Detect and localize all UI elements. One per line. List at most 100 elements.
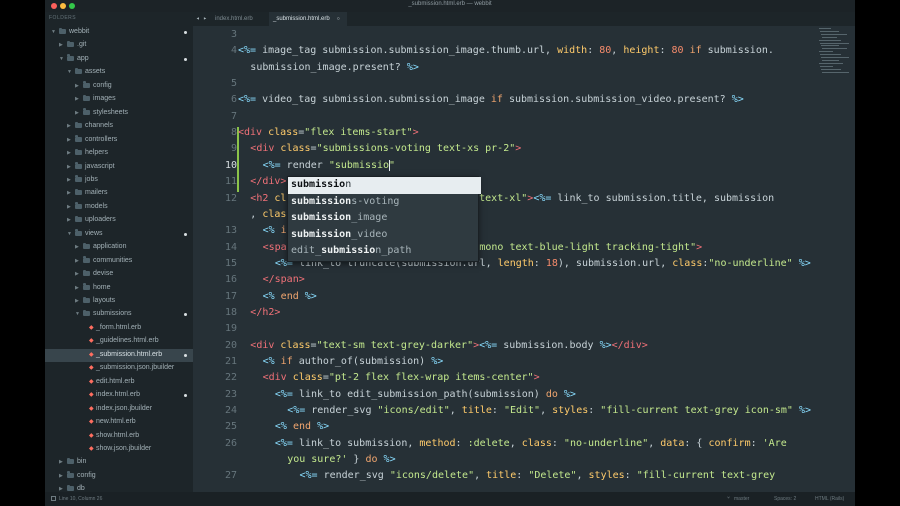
tree-folder[interactable]: ▶ communities [45, 255, 193, 268]
code-line[interactable]: submission_image.present? %> [250, 62, 419, 73]
code-line[interactable]: </div> [250, 176, 286, 187]
chevron-right-icon[interactable]: ▶ [75, 258, 79, 264]
tree-folder[interactable]: ▶ images [45, 93, 193, 106]
tree-folder[interactable]: ▼ submissions [45, 308, 193, 321]
code-line[interactable]: <div class="flex items-start"> [238, 127, 419, 138]
tree-file[interactable]: ◆ index.json.jbuilder [45, 403, 193, 416]
autocomplete-item[interactable]: edit_submission_path [288, 243, 481, 260]
code-token: data [660, 437, 685, 449]
code-line[interactable]: <div class="text-sm text-grey-darker"><%… [250, 340, 647, 351]
autocomplete-item[interactable]: submission_image [288, 210, 481, 227]
code-line[interactable]: <% end %> [263, 291, 317, 302]
chevron-down-icon[interactable]: ▼ [51, 29, 56, 35]
code-line[interactable]: <%= video_tag submission.submission_imag… [238, 94, 744, 105]
code-line[interactable]: <%= link_to edit_submission_path(submiss… [275, 389, 576, 400]
chevron-down-icon[interactable]: ▼ [67, 231, 72, 237]
indentation-setting[interactable]: Spaces: 2 [774, 496, 796, 502]
tree-file[interactable]: ◆ index.html.erb [45, 389, 193, 402]
tree-folder[interactable]: ▶ bin [45, 456, 193, 469]
code-token: > [412, 127, 419, 139]
chevron-right-icon[interactable]: ▶ [59, 42, 63, 48]
minimap-line [822, 59, 839, 61]
chevron-right-icon[interactable]: ▶ [67, 164, 71, 170]
tree-folder[interactable]: ▶ models [45, 201, 193, 214]
tree-file[interactable]: ◆ _form.html.erb [45, 322, 193, 335]
tab-nav-arrows[interactable]: ◂ ▸ [196, 15, 207, 22]
chevron-right-icon[interactable]: ▶ [67, 217, 71, 223]
chevron-down-icon[interactable]: ▼ [67, 69, 72, 75]
tree-file[interactable]: ◆ show.html.erb [45, 430, 193, 443]
chevron-right-icon[interactable]: ▶ [75, 96, 79, 102]
tree-folder[interactable]: ▼ app [45, 53, 193, 66]
tree-folder[interactable]: ▼ views [45, 228, 193, 241]
code-line[interactable]: <% end %> [275, 421, 329, 432]
code-token: <%= [274, 388, 293, 400]
chevron-right-icon[interactable]: ▶ [67, 177, 71, 183]
tree-folder[interactable]: ▶ uploaders [45, 214, 193, 227]
code-line[interactable]: <div class="submissions-voting text-xs p… [250, 143, 521, 154]
autocomplete-popup[interactable]: submission submissions-voting submission_i… [287, 176, 481, 262]
chevron-right-icon[interactable]: ▶ [75, 271, 79, 277]
minimap[interactable] [817, 26, 855, 76]
chevron-right-icon[interactable]: ▶ [67, 123, 71, 129]
code-line[interactable]: <%= render_svg "icons/delete", title: "D… [300, 470, 776, 481]
code-line[interactable]: <div class="pt-2 flex flex-wrap items-ce… [263, 372, 540, 383]
code-line[interactable]: you sure?' } do %> [287, 454, 395, 465]
tree-folder[interactable]: ▶ stylesheets [45, 107, 193, 120]
tree-folder[interactable]: ▶ helpers [45, 147, 193, 160]
tree-file[interactable]: ◆ new.html.erb [45, 416, 193, 429]
tree-file[interactable]: ◆ show.json.jbuilder [45, 443, 193, 456]
code-line[interactable]: <%= link_to submission, method: :delete,… [275, 438, 787, 449]
tab-close-icon[interactable]: ○ [337, 16, 340, 22]
code-line[interactable]: </span> [263, 274, 305, 285]
tree-folder[interactable]: ▶ devise [45, 268, 193, 281]
tab-active[interactable]: _submission.html.erb ○ [269, 12, 347, 26]
sidebar[interactable]: FOLDERS ▼ webbit ▶ .git ▼ app ▼ assets ▶ config ▶ i… [45, 12, 193, 492]
tree-folder[interactable]: ▶ config [45, 470, 193, 483]
tree-item-label: config [77, 471, 96, 479]
tree-folder[interactable]: ▶ config [45, 80, 193, 93]
chevron-right-icon[interactable]: ▶ [75, 110, 79, 116]
tree-folder[interactable]: ▼ webbit [45, 26, 193, 39]
tree-file[interactable]: ◆ _submission.json.jbuilder [45, 362, 193, 375]
code-line[interactable]: </h2> [250, 307, 280, 318]
tree-folder[interactable]: ▶ javascript [45, 161, 193, 174]
syntax-mode[interactable]: HTML (Rails) [815, 496, 844, 502]
tab-file[interactable]: index.html.erb [211, 12, 269, 26]
chevron-right-icon[interactable]: ▶ [59, 459, 63, 465]
tree-folder[interactable]: ▶ .git [45, 39, 193, 52]
chevron-right-icon[interactable]: ▶ [75, 285, 79, 291]
tree-folder[interactable]: ▶ channels [45, 120, 193, 133]
autocomplete-item[interactable]: submission_video [288, 227, 481, 244]
chevron-right-icon[interactable]: ▶ [75, 298, 79, 304]
git-branch[interactable]: master [734, 496, 749, 502]
tree-folder[interactable]: ▶ mailers [45, 187, 193, 200]
chevron-down-icon[interactable]: ▼ [75, 311, 80, 317]
chevron-right-icon[interactable]: ▶ [67, 137, 71, 143]
tree-folder[interactable]: ▶ layouts [45, 295, 193, 308]
autocomplete-rest: n_path [375, 245, 412, 257]
tree-folder[interactable]: ▶ controllers [45, 134, 193, 147]
chevron-right-icon[interactable]: ▶ [67, 190, 71, 196]
tree-folder[interactable]: ▶ jobs [45, 174, 193, 187]
tree-folder[interactable]: ▶ application [45, 241, 193, 254]
tree-file[interactable]: ◆ _guidelines.html.erb [45, 335, 193, 348]
chevron-right-icon[interactable]: ▶ [67, 204, 71, 210]
tree-folder[interactable]: ▶ db [45, 483, 193, 492]
code-line[interactable]: <%= image_tag submission.submission_imag… [238, 45, 774, 56]
tree-folder[interactable]: ▼ assets [45, 66, 193, 79]
tree-file[interactable]: ◆ _submission.html.erb [45, 348, 193, 363]
code-line[interactable]: <%= render_svg "icons/edit", title: "Edi… [287, 405, 811, 416]
line-number: 26 [224, 437, 237, 449]
chevron-down-icon[interactable]: ▼ [59, 56, 64, 62]
tree-folder[interactable]: ▶ home [45, 282, 193, 295]
code-line[interactable]: <%= render "submissio" [263, 160, 395, 171]
autocomplete-item[interactable]: submission [288, 177, 481, 194]
code-line[interactable]: <% if author_of(submission) %> [263, 356, 444, 367]
chevron-right-icon[interactable]: ▶ [59, 473, 63, 479]
chevron-right-icon[interactable]: ▶ [67, 150, 71, 156]
chevron-right-icon[interactable]: ▶ [75, 83, 79, 89]
tree-file[interactable]: ◆ edit.html.erb [45, 376, 193, 389]
autocomplete-item[interactable]: submissions-voting [288, 194, 481, 211]
chevron-right-icon[interactable]: ▶ [75, 244, 79, 250]
